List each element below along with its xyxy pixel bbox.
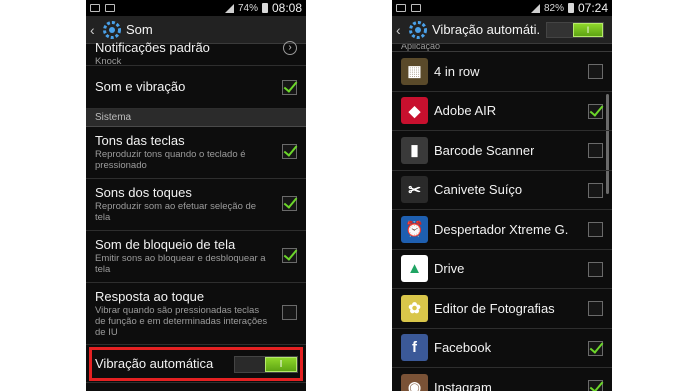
battery-percent: 82% (543, 2, 564, 14)
app-checkbox[interactable] (588, 301, 603, 316)
app-name: Canivete Suíço (434, 182, 523, 198)
gear-icon (409, 20, 427, 39)
key-tones-row[interactable]: Tons das teclas Reproduzir tons quando o… (86, 127, 306, 179)
clock: 08:08 (271, 1, 302, 15)
row-title: Tons das teclas (95, 133, 185, 148)
settings-list: Notificações padrão Knock › Som e vibraç… (86, 40, 306, 383)
settings-sound-screen: 74% 08:08 ‹ Som Notificações padrão Knoc… (86, 0, 306, 391)
toggle-knob: I (573, 22, 603, 37)
row-title: Sons dos toques (95, 185, 192, 200)
key-tones-checkbox[interactable] (282, 144, 297, 159)
instagram-app-icon: ◉ (401, 373, 428, 391)
drive-app-icon: ▲ (401, 255, 428, 283)
app-row-instagram[interactable]: ◉ Instagram (392, 368, 612, 391)
app-checkbox[interactable] (588, 380, 603, 391)
screen-lock-sound-row[interactable]: Som de bloqueio de tela Emitir sons ao b… (86, 231, 306, 283)
app-row-facebook[interactable]: f Facebook (392, 329, 612, 368)
screen-lock-sound-checkbox[interactable] (282, 248, 297, 263)
app-checkbox[interactable] (588, 64, 603, 79)
auto-vibration-master-toggle[interactable]: I (546, 21, 604, 38)
row-subtitle: Reproduzir tons quando o teclado é press… (95, 149, 246, 171)
app-checkbox[interactable] (588, 182, 603, 198)
gear-icon (103, 20, 121, 39)
app-row-editor-de-fotografias[interactable]: ✿ Editor de Fotografias (392, 289, 612, 329)
app-checkbox[interactable] (588, 261, 603, 277)
app-name: Facebook (434, 340, 492, 356)
back-icon[interactable]: ‹ (90, 22, 100, 38)
section-header: Aplicação (392, 44, 612, 52)
toggle-knob: I (265, 357, 297, 372)
app-checkbox[interactable] (588, 103, 603, 119)
app-name: Despertador Xtreme G. (434, 221, 569, 237)
sound-vibration-row[interactable]: Som e vibração (86, 66, 306, 109)
touch-sounds-checkbox[interactable] (282, 196, 297, 211)
app-name: Instagram (434, 379, 492, 391)
row-subtitle: Vibrar quando são pressionadas teclas de… (95, 305, 268, 338)
despertador-xtreme-g-app-icon: ⏰ (401, 215, 428, 243)
row-title: Som de bloqueio de tela (95, 237, 236, 252)
touch-sounds-row[interactable]: Sons dos toques Reproduzir som ao efetua… (86, 179, 306, 231)
row-subtitle: Reproduzir som ao efetuar seleção de tel… (95, 201, 257, 223)
auto-vibration-screen: 82% 07:24 ‹ Vibração automáti. I Aplicaç… (392, 0, 612, 391)
app-row-drive[interactable]: ▲ Drive (392, 250, 612, 289)
canivete-suico-app-icon: ✂ (401, 176, 428, 204)
app-name: 4 in row (434, 63, 480, 79)
page-title: Vibração automáti. (432, 22, 541, 37)
status-bar: 74% 08:08 (86, 0, 306, 16)
page-title: Som (126, 22, 153, 37)
row-title: Som e vibração (95, 79, 186, 94)
signal-icon (224, 3, 234, 13)
app-row-barcode-scanner[interactable]: ▮ Barcode Scanner (392, 131, 612, 171)
row-title: Vibração automática (95, 356, 214, 371)
app-checkbox[interactable] (588, 222, 603, 237)
notification-icon (90, 4, 100, 12)
editor-de-fotografias-app-icon: ✿ (401, 294, 428, 322)
haptic-feedback-checkbox[interactable] (282, 305, 297, 320)
barcode-scanner-app-icon: ▮ (401, 136, 428, 164)
back-icon[interactable]: ‹ (396, 22, 406, 38)
clock: 07:24 (577, 1, 608, 15)
battery-icon (261, 3, 268, 13)
auto-vibration-toggle[interactable]: I (234, 356, 298, 373)
facebook-app-icon: f (401, 334, 428, 362)
app-name: Adobe AIR (434, 103, 497, 119)
row-subtitle: Emitir sons ao bloquear e desbloquear a … (95, 253, 266, 275)
battery-icon (567, 3, 574, 13)
haptic-feedback-row[interactable]: Resposta ao toque Vibrar quando são pres… (86, 283, 306, 345)
app-row-despertador-xtreme-g[interactable]: ⏰ Despertador Xtreme G. (392, 210, 612, 250)
app-row-canivete-suico[interactable]: ✂ Canivete Suíço (392, 171, 612, 210)
app-row-adobe-air[interactable]: ◆ Adobe AIR (392, 92, 612, 131)
row-title: Notificações padrão (95, 40, 210, 55)
4-in-row-app-icon: ▦ (401, 57, 428, 85)
notification-icon (396, 4, 406, 12)
battery-percent: 74% (237, 2, 258, 14)
app-row-4-in-row[interactable]: ▦ 4 in row (392, 52, 612, 92)
app-checkbox[interactable] (588, 143, 603, 158)
default-notifications-row[interactable]: Notificações padrão Knock › (86, 40, 306, 67)
notification-icon (105, 4, 115, 12)
signal-icon (530, 3, 540, 13)
row-title: Resposta ao toque (95, 289, 205, 304)
section-header: Sistema (86, 109, 306, 127)
app-name: Drive (434, 261, 465, 277)
status-bar: 82% 07:24 (392, 0, 612, 16)
auto-vibration-row[interactable]: Vibração automática I (86, 345, 306, 383)
action-bar: ‹ Vibração automáti. I (392, 16, 612, 44)
chevron-right-icon: › (283, 41, 297, 55)
app-list: Aplicação ▦ 4 in row ◆ Adobe AIR ▮ Barcode Sc… (392, 44, 612, 391)
adobe-air-app-icon: ◆ (401, 97, 428, 125)
notification-icon (411, 4, 421, 12)
sound-vibration-checkbox[interactable] (282, 80, 297, 95)
app-name: Barcode Scanner (434, 142, 535, 158)
app-name: Editor de Fotografias (434, 300, 555, 316)
app-checkbox[interactable] (588, 340, 603, 356)
